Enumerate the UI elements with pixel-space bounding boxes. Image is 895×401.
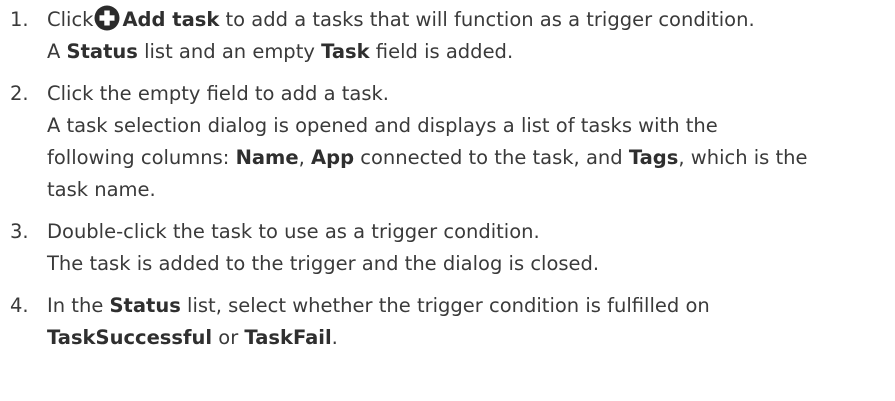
step-action: Click Add task to add a tasks that will f…	[47, 4, 895, 36]
step-number: 2.	[10, 82, 29, 105]
step-action: In the Status list, select whether the t…	[47, 294, 710, 317]
step-1: 1. Click Add task to add a tasks that wil…	[0, 4, 895, 68]
tags-term: Tags	[628, 146, 679, 169]
instruction-steps-list: 1. Click Add task to add a tasks that wil…	[0, 4, 895, 364]
step-2: 2. Click the empty field to add a task. …	[0, 78, 895, 206]
step-result: A Status list and an empty Task field is…	[47, 40, 514, 63]
step-3: 3. Double-click the task to use as a tri…	[0, 216, 895, 280]
status-term: Status	[66, 40, 138, 63]
step-result-line-1: A task selection dialog is opened and di…	[47, 114, 718, 137]
status-term: Status	[109, 294, 181, 317]
plus-circle-icon	[94, 5, 120, 31]
step-action-line-2: TaskSuccessful or TaskFail.	[47, 326, 338, 349]
step-action: Double-click the task to use as a trigge…	[47, 220, 540, 243]
add-task-label: Add task	[122, 8, 220, 31]
task-successful-term: TaskSuccessful	[47, 326, 213, 349]
step-result-line-3: task name.	[47, 178, 156, 201]
task-term: Task	[321, 40, 370, 63]
action-text: Click	[47, 8, 94, 31]
step-result: The task is added to the trigger and the…	[47, 252, 600, 275]
action-text: to add a tasks that will function as a t…	[219, 8, 755, 31]
step-number: 3.	[10, 220, 29, 243]
step-number: 4.	[10, 294, 29, 317]
step-number: 1.	[10, 8, 29, 31]
name-term: Name	[235, 146, 299, 169]
step-result-line-2: following columns: Name, App connected t…	[47, 146, 808, 169]
app-term: App	[311, 146, 355, 169]
step-action: Click the empty field to add a task.	[47, 82, 389, 105]
step-4: 4. In the Status list, select whether th…	[0, 290, 895, 354]
task-fail-term: TaskFail	[244, 326, 332, 349]
